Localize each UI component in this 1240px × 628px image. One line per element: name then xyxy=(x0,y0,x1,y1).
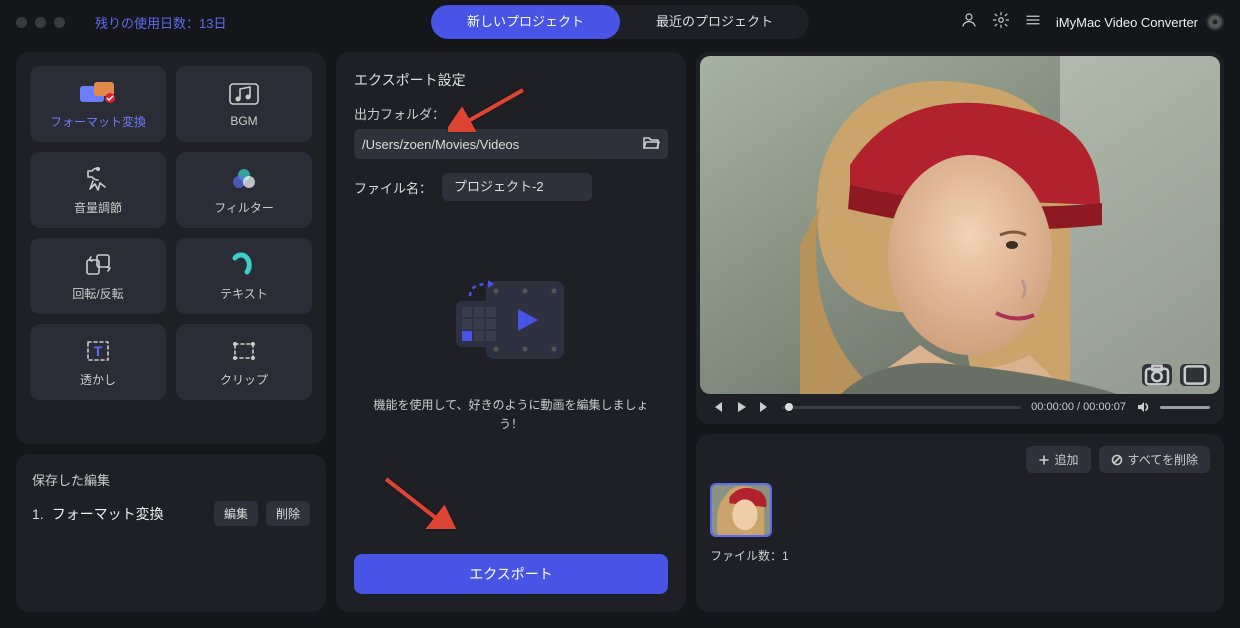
saved-edit-label: フォーマット変換 xyxy=(52,504,206,524)
filename-input[interactable]: プロジェクト-2 xyxy=(442,173,592,201)
output-folder-field[interactable]: /Users/zoen/Movies/Videos xyxy=(354,129,668,159)
clip-icon xyxy=(229,337,259,365)
volume-slider[interactable] xyxy=(1160,406,1210,409)
annotation-arrow-icon xyxy=(376,474,456,534)
file-thumbnail[interactable] xyxy=(710,483,772,537)
delete-button[interactable]: 削除 xyxy=(266,501,310,526)
tool-filter[interactable]: フィルター xyxy=(176,152,312,228)
files-panel: 追加 すべてを削除 ファイル数：1 xyxy=(696,434,1224,612)
prev-icon[interactable] xyxy=(710,400,724,414)
tool-label: フィルター xyxy=(214,199,274,216)
menu-icon[interactable] xyxy=(1024,11,1042,34)
tool-label: フォーマット変換 xyxy=(50,113,146,130)
play-icon[interactable] xyxy=(734,400,748,414)
text-icon xyxy=(229,251,259,279)
editor-illustration-icon xyxy=(446,271,576,376)
saved-edits-panel: 保存した編集 1. フォーマット変換 編集 削除 xyxy=(16,454,326,612)
add-file-button[interactable]: 追加 xyxy=(1026,446,1091,473)
tool-grid: フォーマット変換 BGM 音量調節 xyxy=(16,52,326,444)
app-logo-icon xyxy=(1206,13,1224,31)
export-title: エクスポート設定 xyxy=(354,70,668,90)
tool-clip[interactable]: クリップ xyxy=(176,324,312,400)
snapshot-icon[interactable] xyxy=(1142,364,1172,386)
file-count: ファイル数：1 xyxy=(710,547,1210,564)
bgm-icon xyxy=(227,80,261,108)
user-icon[interactable] xyxy=(960,11,978,34)
export-button[interactable]: エクスポート xyxy=(354,554,668,594)
tab-recent-projects[interactable]: 最近のプロジェクト xyxy=(620,5,809,39)
export-hint: 機能を使用して、好きのように動画を編集しましょう！ xyxy=(354,396,668,434)
tool-format-convert[interactable]: フォーマット変換 xyxy=(30,66,166,142)
tool-label: 透かし xyxy=(80,371,116,388)
progress-bar[interactable] xyxy=(782,406,1021,409)
output-folder-label: 出力フォルダ： xyxy=(354,104,668,123)
saved-edit-row: 1. フォーマット変換 編集 削除 xyxy=(32,501,310,526)
filter-icon xyxy=(229,165,259,193)
tool-label: 音量調節 xyxy=(74,199,122,216)
watermark-icon: T xyxy=(83,337,113,365)
tool-label: テキスト xyxy=(220,285,268,302)
project-tab-switch: 新しいプロジェクト 最近のプロジェクト xyxy=(431,5,809,39)
format-convert-icon xyxy=(78,79,118,107)
trial-days-text: 残りの使用日数：13日 xyxy=(95,13,226,32)
time-display: 00:00:00 / 00:00:07 xyxy=(1031,401,1126,413)
next-icon[interactable] xyxy=(758,400,772,414)
rotate-icon xyxy=(83,251,113,279)
tool-volume[interactable]: 音量調節 xyxy=(30,152,166,228)
tool-label: 回転/反転 xyxy=(72,285,123,302)
fullscreen-icon[interactable] xyxy=(1180,364,1210,386)
tool-text[interactable]: テキスト xyxy=(176,238,312,314)
tab-new-project[interactable]: 新しいプロジェクト xyxy=(431,5,620,39)
preview-panel: 00:00:00 / 00:00:07 xyxy=(696,52,1224,424)
gear-icon[interactable] xyxy=(992,11,1010,34)
volume-icon[interactable] xyxy=(1136,400,1150,414)
folder-open-icon[interactable] xyxy=(642,135,660,154)
tool-label: クリップ xyxy=(220,371,268,388)
edit-button[interactable]: 編集 xyxy=(214,501,258,526)
tool-label: BGM xyxy=(230,114,257,128)
tool-watermark[interactable]: T 透かし xyxy=(30,324,166,400)
tool-bgm[interactable]: BGM xyxy=(176,66,312,142)
tool-rotate[interactable]: 回転/反転 xyxy=(30,238,166,314)
export-settings-panel: エクスポート設定 出力フォルダ： /Users/zoen/Movies/Vide… xyxy=(336,52,686,612)
svg-text:T: T xyxy=(94,343,103,359)
saved-edit-index: 1. xyxy=(32,506,44,522)
window-traffic-lights[interactable] xyxy=(16,17,65,28)
volume-icon xyxy=(83,165,113,193)
app-name: iMyMac Video Converter xyxy=(1056,13,1224,31)
output-folder-value: /Users/zoen/Movies/Videos xyxy=(362,137,519,152)
video-preview[interactable] xyxy=(700,56,1220,394)
filename-label: ファイル名： xyxy=(354,178,432,197)
delete-all-button[interactable]: すべてを削除 xyxy=(1099,446,1210,473)
saved-edits-header: 保存した編集 xyxy=(32,470,310,489)
